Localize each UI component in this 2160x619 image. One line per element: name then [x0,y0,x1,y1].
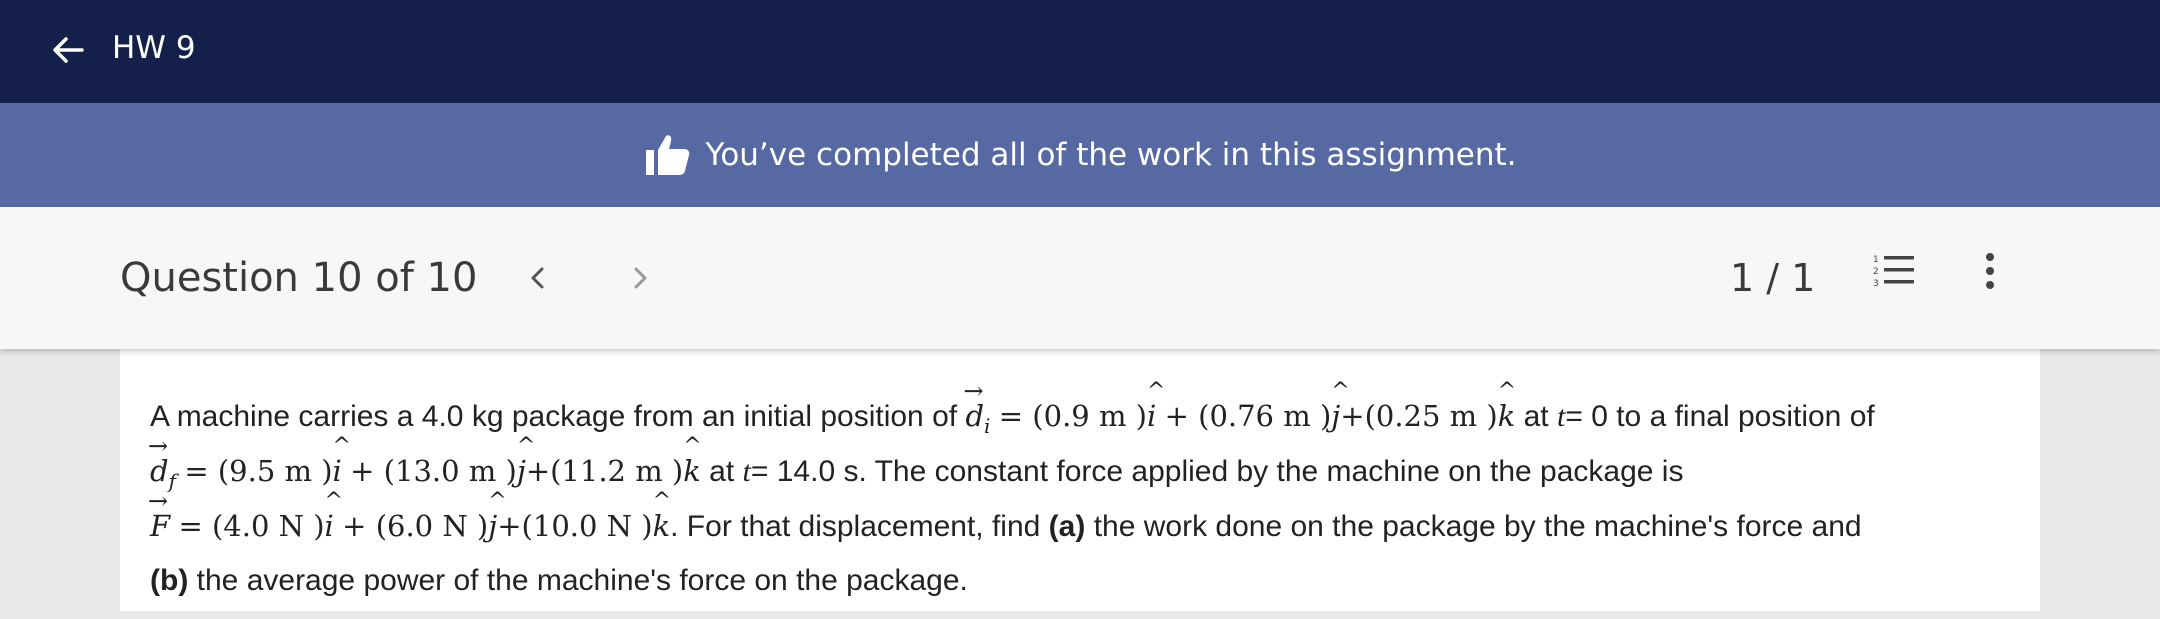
more-options-button[interactable] [1966,243,2014,299]
question-line-2: df = (9.5 m )i + (13.0 m )j+(11.2 m )k a… [148,432,2140,509]
thumbs-up-icon [645,135,689,175]
question-list-button[interactable]: 1 2 3 [1866,243,1922,299]
back-button[interactable] [40,22,96,78]
initial-position-symbol: d [963,377,984,433]
chevron-left-icon [531,267,544,289]
completion-banner: You’ve completed all of the work in this… [0,103,2160,207]
part-a-label: (a) [1048,510,1086,543]
top-app-bar: HW 9 [0,0,2160,103]
question-score: 1 / 1 [1730,256,1816,300]
svg-text:1: 1 [1873,255,1879,265]
more-vertical-icon [1986,253,1994,289]
question-card: A machine carries a 4.0 kg package from … [120,349,2040,611]
previous-question-button[interactable] [510,250,566,306]
question-line-1: A machine carries a 4.0 kg package from … [150,377,2140,454]
question-counter: Question 10 of 10 [120,255,478,301]
question-toolbar: Question 10 of 10 1 / 1 [0,207,2160,349]
force-symbol: F [148,487,170,543]
chevron-right-icon [634,267,647,289]
question-line-3: F = (4.0 N )i + (6.0 N )j+(10.0 N )k. Fo… [148,487,2140,564]
assignment-title: HW 9 [112,30,196,66]
next-question-button[interactable] [612,250,668,306]
svg-text:3: 3 [1873,279,1879,289]
numbered-list-icon: 1 2 3 [1873,255,1914,289]
completion-message: You’ve completed all of the work in this… [705,137,1517,173]
question-text: A machine carries a 4.0 kg package from … [148,377,2140,619]
svg-text:2: 2 [1873,267,1879,277]
final-position-symbol: d [148,432,169,488]
arrow-left-icon [53,37,84,63]
part-b-label: (b) [150,564,189,597]
